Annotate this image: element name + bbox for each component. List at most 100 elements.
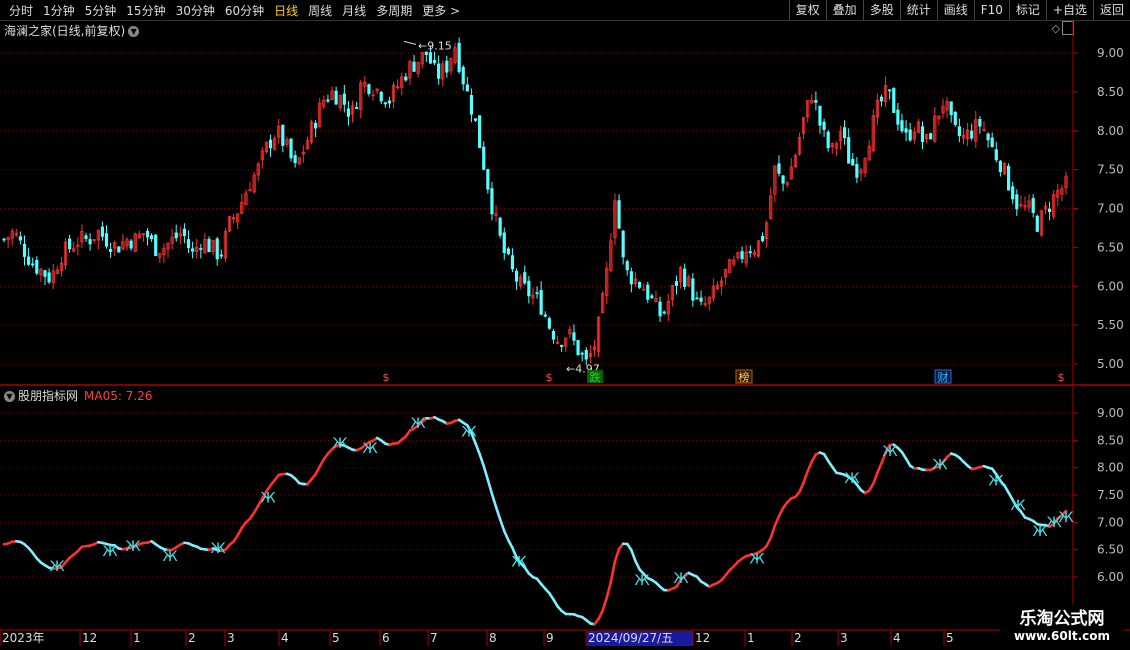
candle-body (404, 76, 408, 81)
candle-body (978, 118, 982, 127)
y-tick-label-main: 7.00 (1097, 202, 1124, 216)
candle-body (920, 126, 925, 142)
ma-segment (765, 536, 773, 548)
candle-body (104, 233, 109, 247)
candle-body (383, 102, 387, 105)
candle-body (27, 256, 31, 265)
candle-body (650, 295, 654, 299)
candle-body (215, 238, 219, 260)
x-tick-label: 12 (695, 631, 710, 645)
x-tick-label: 4 (281, 631, 289, 645)
candle-body (879, 96, 884, 102)
candle-body (268, 139, 273, 149)
candle-body (506, 248, 510, 255)
butterfly-icon: Ж (749, 551, 764, 567)
candle-body (949, 101, 953, 116)
y-tick-label-main: 8.00 (1097, 124, 1124, 138)
butterfly-icon: Ж (988, 473, 1003, 489)
x-tick-label: 1 (747, 631, 755, 645)
candle-body (896, 109, 900, 125)
y-tick-label-main: 6.50 (1097, 240, 1124, 254)
butterfly-icon: Ж (332, 436, 347, 452)
candle-body (326, 99, 330, 102)
candle-body (502, 232, 506, 253)
candle-body (191, 248, 195, 252)
ma-segment (494, 505, 502, 521)
candle-body (498, 217, 502, 236)
candle-body (43, 270, 47, 277)
candle-body (646, 284, 650, 300)
butterfly-icon: Ж (162, 549, 177, 565)
candle-body (437, 63, 441, 79)
candle-body (625, 261, 629, 271)
kline-chart[interactable]: 9.00 8.50 8.00 7.50 7.00 6.50 6.00 5.50 5.00 9.00… (0, 0, 1130, 650)
candle-body (777, 163, 781, 174)
candle-body (31, 263, 35, 266)
candle-body (145, 230, 150, 238)
candle-body (154, 234, 158, 256)
candle-body (576, 340, 580, 356)
candle-body (207, 238, 211, 253)
x-tick-label: 4 (893, 631, 901, 645)
candle-body (457, 42, 461, 72)
candle-body (637, 282, 642, 288)
candle-body (18, 236, 23, 241)
ma-segment (802, 469, 809, 484)
butterfly-icon: Ж (511, 554, 526, 570)
candle-body (539, 290, 543, 315)
candle-body (186, 239, 191, 249)
candle-body (174, 232, 178, 239)
y-tick-label-ind: 6.50 (1097, 543, 1124, 557)
candle-body (842, 127, 847, 139)
event-marker-3: 榜 (739, 370, 750, 384)
candle-body (543, 314, 547, 317)
y-tick-label-ind: 8.50 (1097, 433, 1124, 447)
candle-body (683, 268, 687, 287)
candle-body (355, 107, 359, 109)
candle-body (892, 87, 896, 113)
butterfly-icon: Ж (49, 559, 64, 575)
candle-body (658, 301, 662, 317)
butterfly-icon: Ж (362, 441, 377, 457)
x-tick-label: 1 (133, 631, 141, 645)
candle-body (289, 138, 293, 159)
x-tick-label: 7 (430, 631, 438, 645)
butterfly-icon: Ж (210, 541, 225, 557)
x-tick-label: 5 (946, 631, 954, 645)
watermark-url: www.60lt.com (1013, 629, 1111, 643)
butterfly-icon: Ж (1058, 510, 1073, 526)
candle-body (990, 137, 994, 148)
y-tick-label-main: 8.50 (1097, 85, 1124, 99)
watermark-title: 乐淘公式网 (1019, 609, 1105, 629)
ma-segment (630, 548, 637, 563)
butterfly-icon: Ж (932, 458, 947, 474)
ma-segment (482, 464, 490, 482)
candle-body (486, 169, 490, 190)
butterfly-icon: Ж (1010, 498, 1025, 514)
butterfly-icon: Ж (260, 490, 275, 506)
ma-segment (486, 478, 494, 496)
high-label: ←9.15 (418, 39, 452, 52)
x-tick-label: 2024/09/27/五 (588, 631, 673, 645)
candle-body (35, 259, 39, 274)
candle-body (527, 280, 531, 297)
ma-segment (609, 560, 617, 584)
candle-body (47, 272, 51, 283)
candle-body (957, 126, 961, 137)
candle-body (1006, 165, 1011, 191)
y-tick-label-ind: 9.00 (1097, 406, 1124, 420)
candle-body (851, 158, 855, 166)
candle-body (342, 93, 346, 105)
candle-body (445, 60, 449, 73)
candle-body (1015, 194, 1019, 210)
candle-body (929, 133, 933, 140)
candle-body (523, 272, 527, 284)
candle-body (490, 188, 494, 215)
x-tick-label: 6 (382, 631, 390, 645)
candle-body (814, 100, 818, 103)
candle-body (478, 115, 482, 149)
candle-body (695, 297, 699, 300)
candle-body (182, 228, 187, 236)
candle-body (379, 91, 383, 102)
candle-body (998, 160, 1002, 173)
